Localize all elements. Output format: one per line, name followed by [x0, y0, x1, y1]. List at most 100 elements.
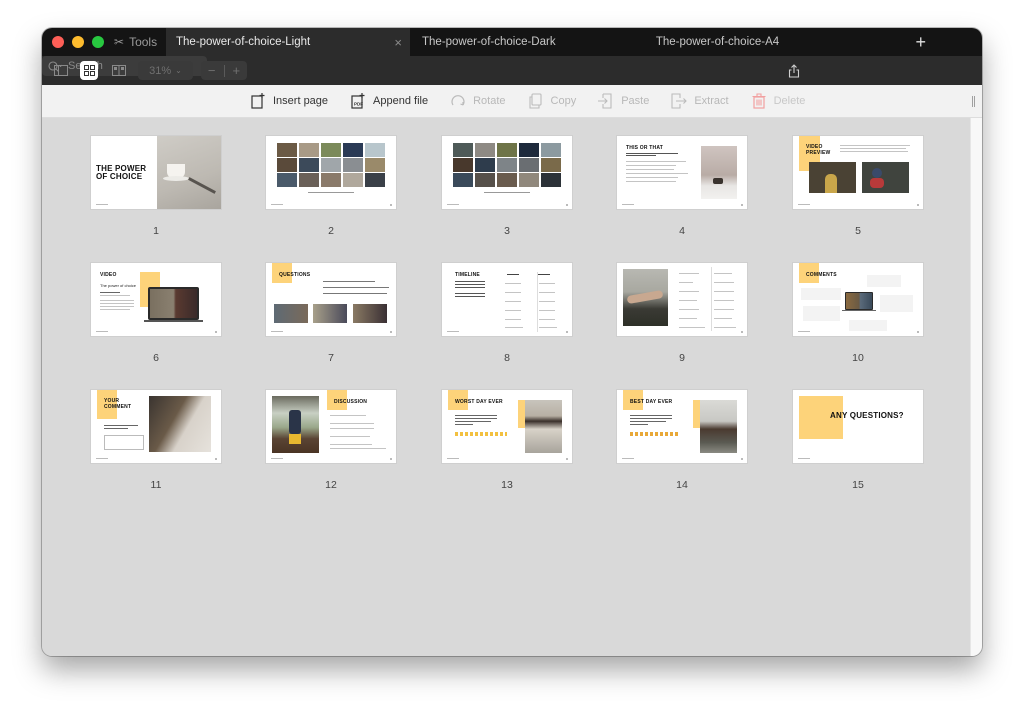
text-line	[679, 300, 697, 301]
text-line	[539, 301, 555, 302]
text-line	[679, 282, 693, 283]
smiling-woman-photo	[700, 400, 737, 453]
toolbar-resize-grip[interactable]	[972, 96, 975, 107]
page-number-9: 9	[679, 352, 685, 364]
grid-view-button[interactable]	[80, 61, 98, 80]
writing-photo	[149, 396, 211, 452]
page-thumbnail-11[interactable]: YOUR COMMENT	[91, 390, 221, 463]
page-thumbnail-6[interactable]: VIDEO The power of choice	[91, 263, 221, 336]
trash-icon	[751, 93, 767, 109]
page-number-2: 2	[328, 225, 334, 237]
page-number-mark	[741, 204, 743, 206]
copy-button[interactable]: Copy	[528, 93, 577, 109]
insert-page-button[interactable]: Insert page	[250, 93, 328, 109]
zoom-window-button[interactable]	[92, 36, 104, 48]
zoom-in-button[interactable]: +	[233, 63, 241, 78]
page-thumbnail-4[interactable]: THIS OR THAT	[617, 136, 747, 209]
comment-bubble	[849, 320, 887, 331]
comment-bubble	[803, 306, 840, 321]
tools-label: Tools	[129, 35, 158, 49]
text-line	[714, 318, 732, 319]
page-title: VIDEO PREVIEW	[806, 144, 831, 156]
tab-dark[interactable]: The-power-of-choice-Dark	[410, 28, 655, 56]
copy-label: Copy	[550, 95, 577, 107]
page-subtitle: The power of choice	[100, 283, 137, 288]
page-title: THIS OR THAT	[626, 145, 664, 151]
sidebar-view-button[interactable]	[52, 61, 70, 80]
zoom-level-select[interactable]: 31% ⌄	[138, 61, 193, 80]
text-line	[630, 415, 672, 416]
page-number-12: 12	[325, 479, 337, 491]
text-line	[840, 148, 906, 149]
close-window-button[interactable]	[52, 36, 64, 48]
page-thumbnail-9[interactable]	[617, 263, 747, 336]
text-line	[626, 177, 678, 178]
page-thumbnail-15[interactable]: ANY QUESTIONS?	[793, 390, 923, 463]
paste-button[interactable]: Paste	[598, 93, 649, 109]
page-thumbnail-8[interactable]: TIMELINE	[442, 263, 572, 336]
page-thumbnail-13[interactable]: WORST DAY EVER	[442, 390, 572, 463]
text-line	[714, 273, 732, 274]
rotate-button[interactable]: Rotate	[450, 93, 506, 109]
close-tab-icon[interactable]: ×	[394, 35, 402, 50]
two-page-icon	[112, 65, 126, 76]
text-line	[626, 153, 678, 154]
page-number-11: 11	[150, 479, 162, 491]
video-still-2	[313, 304, 347, 323]
sidebar-icon	[54, 65, 68, 76]
page-number-mark	[566, 458, 568, 460]
page-number-15: 15	[852, 479, 864, 491]
two-page-view-button[interactable]	[110, 61, 128, 80]
delete-button[interactable]: Delete	[751, 93, 805, 109]
zoom-level-value: 31%	[149, 64, 172, 77]
tab-a4[interactable]: The-power-of-choice-A4	[655, 28, 900, 56]
tab-label: The-power-of-choice-Light	[176, 36, 311, 48]
minimize-window-button[interactable]	[72, 36, 84, 48]
comment-bubble	[801, 288, 841, 300]
reading-photo	[623, 269, 668, 326]
vertical-scrollbar[interactable]	[970, 118, 982, 656]
page-thumbnail-2[interactable]	[266, 136, 396, 209]
text-line	[630, 421, 666, 422]
page-title: VIDEO	[100, 272, 117, 278]
text-line	[679, 291, 699, 292]
page-footer	[96, 331, 108, 332]
tools-button[interactable]: ✂ Tools	[114, 35, 166, 49]
text-line	[626, 165, 676, 166]
tab-label: The-power-of-choice-Dark	[422, 36, 556, 48]
page-thumbnail-3[interactable]	[442, 136, 572, 209]
timeline-divider	[537, 272, 538, 332]
new-tab-button[interactable]: +	[915, 32, 926, 53]
page-number-mark	[917, 204, 919, 206]
text-line	[455, 415, 497, 416]
page-thumbnail-5[interactable]: VIDEO PREVIEW	[793, 136, 923, 209]
copy-icon	[528, 93, 544, 109]
comment-box	[104, 435, 144, 450]
emoji-row	[630, 432, 680, 436]
text-line	[539, 310, 555, 311]
rotate-label: Rotate	[473, 95, 506, 107]
text-line	[505, 327, 523, 328]
zoom-out-button[interactable]: −	[208, 63, 216, 78]
page-thumbnail-10[interactable]: COMMENTS	[793, 263, 923, 336]
page-thumbnail-14[interactable]: BEST DAY EVER	[617, 390, 747, 463]
blanket-photo	[525, 400, 562, 453]
page-thumbnail-12[interactable]: DISCUSSION	[266, 390, 396, 463]
page-footer	[622, 458, 634, 459]
extract-icon	[671, 93, 688, 109]
extract-button[interactable]: Extract	[671, 93, 729, 109]
page-thumbnail-1[interactable]: THE POWER OF CHOICE	[91, 136, 221, 209]
share-button[interactable]	[786, 61, 802, 80]
text-line	[104, 428, 128, 429]
share-icon	[788, 63, 800, 78]
page-thumbnail-7[interactable]: QUESTIONS	[266, 263, 396, 336]
tab-light[interactable]: The-power-of-choice-Light ×	[166, 28, 410, 56]
append-file-button[interactable]: PDF Append file	[350, 93, 428, 109]
activity-photo-grid	[453, 143, 561, 187]
page-number-4: 4	[679, 225, 685, 237]
text-line	[630, 418, 672, 419]
view-toolbar: 31% ⌄ − + Search	[42, 56, 982, 85]
page-number-mark	[390, 204, 392, 206]
tab-bar: ✂ Tools The-power-of-choice-Light × The-…	[42, 28, 982, 56]
text-line	[455, 281, 485, 282]
